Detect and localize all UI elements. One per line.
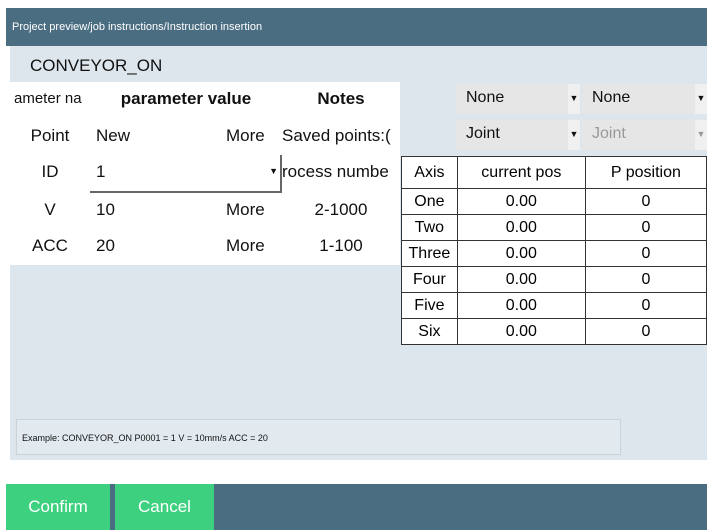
point-note: Saved points:(	[282, 119, 400, 155]
chevron-down-icon: ▼	[695, 84, 707, 114]
notes-header: Notes	[282, 82, 400, 119]
select-joint-1[interactable]: Joint ▼	[456, 120, 580, 150]
current-pos-value: 0.00	[456, 240, 586, 267]
acc-value-field[interactable]: 20	[90, 229, 218, 265]
select-joint-1-value: Joint	[466, 125, 500, 142]
table-row: Three 0.00 0	[401, 240, 707, 267]
example-text: Example: CONVEYOR_ON P0001 = 1 V = 10mm/…	[16, 419, 621, 455]
param-label-point: Point	[10, 119, 90, 155]
id-select-value: 1	[96, 162, 106, 181]
axis-name: Two	[401, 214, 458, 241]
instruction-panel: CONVEYOR_ON ameter na parameter value No…	[10, 46, 707, 460]
current-pos-header: current pos	[456, 156, 586, 189]
param-name-header: ameter na	[10, 82, 90, 119]
chevron-down-icon: ▼	[269, 166, 278, 176]
select-none-1[interactable]: None ▼	[456, 84, 580, 114]
axis-name: One	[401, 188, 458, 215]
p-position-value: 0	[584, 188, 707, 215]
footer-bar: Confirm Cancel	[6, 484, 707, 530]
p-position-header: P position	[584, 156, 707, 189]
axis-header: Axis	[401, 156, 458, 189]
chevron-down-icon: ▼	[568, 84, 580, 114]
select-joint-2: Joint ▼	[582, 120, 707, 150]
axis-name: Four	[401, 266, 458, 293]
select-none-2-value: None	[592, 89, 631, 106]
current-pos-value: 0.00	[456, 214, 586, 241]
current-pos-value: 0.00	[456, 188, 586, 215]
p-position-value: 0	[584, 240, 707, 267]
point-more-button[interactable]: More	[218, 119, 282, 155]
table-row: Four 0.00 0	[401, 266, 707, 293]
p-position-value: 0	[584, 292, 707, 319]
v-note: 2-1000	[282, 193, 400, 229]
param-label-id: ID	[10, 155, 90, 193]
axis-name: Five	[401, 292, 458, 319]
v-value-field[interactable]: 10	[90, 193, 218, 229]
select-none-2[interactable]: None ▼	[582, 84, 707, 114]
table-row: Two 0.00 0	[401, 214, 707, 241]
current-pos-value: 0.00	[456, 318, 586, 345]
v-more-button[interactable]: More	[218, 193, 282, 229]
table-row: One 0.00 0	[401, 188, 707, 215]
p-position-value: 0	[584, 318, 707, 345]
chevron-down-icon: ▼	[568, 120, 580, 150]
axis-position-table: Axis current pos P position One 0.00 0 T…	[401, 156, 707, 345]
param-label-acc: ACC	[10, 229, 90, 265]
id-note: rocess numbe	[282, 155, 400, 193]
p-position-value: 0	[584, 266, 707, 293]
axis-table-header: Axis current pos P position	[401, 156, 707, 189]
param-value-header: parameter value	[90, 82, 282, 119]
p-position-value: 0	[584, 214, 707, 241]
id-select[interactable]: 1 ▼	[90, 155, 282, 193]
cancel-button[interactable]: Cancel	[115, 484, 214, 530]
acc-note: 1-100	[282, 229, 400, 265]
axis-name: Six	[401, 318, 458, 345]
acc-more-button[interactable]: More	[218, 229, 282, 265]
select-joint-2-value: Joint	[592, 125, 626, 142]
current-pos-value: 0.00	[456, 266, 586, 293]
table-row: Five 0.00 0	[401, 292, 707, 319]
window-title: Project preview/job instructions/Instruc…	[6, 8, 707, 46]
confirm-button[interactable]: Confirm	[6, 484, 110, 530]
instruction-name: CONVEYOR_ON	[30, 56, 163, 75]
chevron-down-icon: ▼	[695, 120, 707, 150]
table-row: Six 0.00 0	[401, 318, 707, 345]
param-label-v: V	[10, 193, 90, 229]
axis-name: Three	[401, 240, 458, 267]
select-none-1-value: None	[466, 89, 505, 106]
point-value-field[interactable]: New	[90, 119, 218, 155]
current-pos-value: 0.00	[456, 292, 586, 319]
